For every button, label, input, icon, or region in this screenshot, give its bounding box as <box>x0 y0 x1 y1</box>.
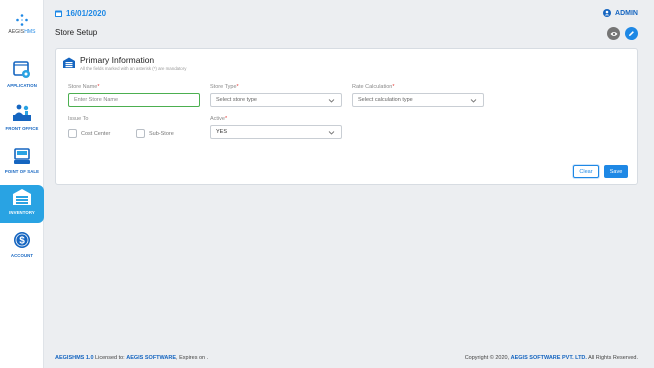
chevron-down-icon <box>328 99 335 103</box>
card-title: Primary Information <box>80 55 155 65</box>
chevron-down-icon <box>470 99 477 103</box>
card-header: Primary Information All the fields marke… <box>63 55 186 71</box>
front-office-icon <box>13 104 31 121</box>
clear-button[interactable]: Clear <box>573 165 599 178</box>
mandatory-note: All the fields marked with an asterisk (… <box>80 66 187 71</box>
logo-icon <box>16 14 28 26</box>
footer-copyright: Copyright © 2020, AEGIS SOFTWARE PVT. LT… <box>464 355 638 361</box>
sub-store-label: Sub-Store <box>149 131 174 137</box>
account-dollar-icon: $ <box>14 232 30 248</box>
calendar-icon <box>55 10 62 17</box>
store-type-label: Store Type* <box>210 84 239 90</box>
view-button[interactable] <box>607 27 620 40</box>
sidebar-item-application[interactable]: APPLICATION <box>0 58 44 96</box>
user-avatar-icon <box>603 9 612 17</box>
sidebar-item-account[interactable]: $ ACCOUNT <box>0 228 44 266</box>
inventory-icon <box>13 189 31 205</box>
active-label: Active* <box>210 116 228 122</box>
eye-icon <box>610 31 617 36</box>
issue-to-label: Issue To <box>68 116 89 122</box>
rate-calculation-select[interactable]: Select calculation type <box>352 93 484 107</box>
cost-center-label: Cost Center <box>81 131 111 137</box>
sidebar-item-point-of-sale[interactable]: POINT OF SALE <box>0 144 44 182</box>
page-title: Store Setup <box>55 28 98 37</box>
current-date: 16/01/2020 <box>55 9 106 18</box>
store-name-label: Store Name* <box>68 84 100 90</box>
sub-store-checkbox[interactable] <box>136 129 145 138</box>
primary-information-card: Primary Information All the fields marke… <box>55 48 638 185</box>
store-name-input[interactable]: Enter Store Name <box>68 93 200 107</box>
pencil-icon <box>629 31 634 36</box>
sidebar-item-inventory[interactable]: INVENTORY <box>0 185 44 223</box>
save-button[interactable]: Save <box>604 165 628 178</box>
active-select[interactable]: YES <box>210 125 342 139</box>
edit-button[interactable] <box>625 27 638 40</box>
app-logo[interactable]: AEGISHMS <box>0 14 44 35</box>
rate-calculation-label: Rate Calculation* <box>352 84 395 90</box>
cost-center-checkbox[interactable] <box>68 129 77 138</box>
sidebar-item-front-office[interactable]: FRONT OFFICE <box>0 101 44 139</box>
sidebar: AEGISHMS APPLICATION FRONT OFFICE POINT … <box>0 0 44 368</box>
warehouse-icon <box>63 57 75 68</box>
logo-text: AEGISHMS <box>8 29 36 35</box>
chevron-down-icon <box>328 131 335 135</box>
user-menu[interactable]: ADMIN <box>603 9 638 17</box>
svg-text:$: $ <box>19 236 25 247</box>
store-type-select[interactable]: Select store type <box>210 93 342 107</box>
point-of-sale-icon <box>14 148 30 164</box>
application-settings-icon <box>13 61 30 78</box>
footer-license: AEGISHMS 1.0 Licensed to: AEGIS SOFTWARE… <box>55 355 209 361</box>
